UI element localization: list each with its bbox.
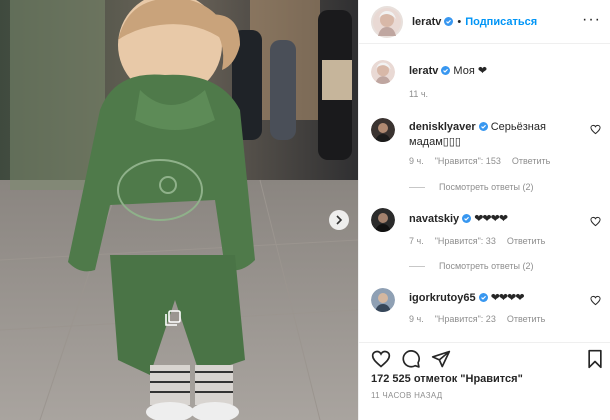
comment-text: navatskiy ❤❤❤❤ bbox=[409, 212, 579, 227]
replies-divider bbox=[409, 186, 425, 188]
view-replies-label: Посмотреть ответы (2) bbox=[439, 182, 534, 192]
caption-username[interactable]: leratv bbox=[409, 65, 438, 77]
comment-likes[interactable]: "Нравится": 23 bbox=[435, 314, 496, 324]
reply-button[interactable]: Ответить bbox=[507, 314, 545, 324]
author-avatar[interactable] bbox=[371, 5, 403, 38]
comment-text: igorkrutoy65 ❤❤❤❤ bbox=[409, 291, 579, 306]
view-replies-button[interactable]: Посмотреть ответы (2) bbox=[409, 182, 534, 192]
comment-time[interactable]: 9 ч. bbox=[409, 314, 424, 324]
next-photo-button[interactable] bbox=[329, 210, 349, 230]
caption: leratv Моя ❤ 11 ч. bbox=[371, 60, 601, 100]
reply-button[interactable]: Ответить bbox=[512, 156, 550, 166]
caption-time[interactable]: 11 ч. bbox=[409, 89, 428, 99]
like-heart-icon[interactable] bbox=[371, 349, 391, 369]
reply-button[interactable]: Ответить bbox=[507, 236, 545, 246]
comment-meta: 7 ч. "Нравится": 33 Ответить bbox=[409, 236, 545, 246]
commenter-avatar[interactable] bbox=[371, 208, 395, 232]
comments-list: leratv Моя ❤ 11 ч. denisklyаver Серьёзна… bbox=[359, 44, 610, 342]
post-details-panel: leratv • Подписаться ··· leratv Моя ❤ 11… bbox=[358, 0, 610, 420]
view-replies-label: Посмотреть ответы (2) bbox=[439, 261, 534, 271]
replies-divider bbox=[409, 265, 425, 267]
comment-meta: 9 ч. "Нравится": 23 Ответить bbox=[409, 314, 545, 324]
author-username[interactable]: leratv bbox=[412, 16, 454, 28]
verified-badge-icon bbox=[462, 214, 472, 223]
comment-item: navatskiy ❤❤❤❤ 7 ч. "Нравится": 33 Ответ… bbox=[371, 208, 601, 278]
comment-likes[interactable]: "Нравится": 153 bbox=[435, 156, 501, 166]
verified-badge-icon bbox=[441, 66, 451, 75]
commenter-avatar[interactable] bbox=[371, 288, 395, 312]
verified-badge-icon bbox=[478, 122, 488, 131]
follow-button[interactable]: Подписаться bbox=[465, 16, 537, 28]
comment-item: igorkrutoy65 ❤❤❤❤ 9 ч. "Нравится": 23 От… bbox=[371, 288, 601, 333]
comment-username[interactable]: navatskiy bbox=[409, 213, 459, 225]
chevron-right-icon bbox=[336, 215, 343, 225]
like-comment-icon[interactable] bbox=[590, 216, 601, 227]
commenter-avatar[interactable] bbox=[371, 118, 395, 142]
post-timestamp[interactable]: 11 ЧАСОВ НАЗАД bbox=[371, 391, 442, 400]
verified-badge-icon bbox=[444, 16, 454, 26]
share-plane-icon[interactable] bbox=[431, 349, 451, 369]
likes-count[interactable]: 172 525 отметок "Нравится" bbox=[371, 373, 523, 385]
comment-bubble-icon[interactable] bbox=[401, 349, 421, 369]
comment-username[interactable]: denisklyаver bbox=[409, 121, 476, 133]
caption-meta: 11 ч. bbox=[409, 89, 428, 99]
multiple-photos-icon bbox=[165, 310, 181, 326]
view-replies-button[interactable]: Посмотреть ответы (2) bbox=[409, 261, 534, 271]
separator-dot: • bbox=[457, 15, 462, 28]
bookmark-icon[interactable] bbox=[585, 349, 605, 369]
like-comment-icon[interactable] bbox=[590, 295, 601, 306]
comment-body: ❤❤❤❤ bbox=[490, 292, 525, 304]
comment-meta: 9 ч. "Нравится": 153 Ответить bbox=[409, 156, 550, 166]
post-header: leratv • Подписаться ··· bbox=[359, 0, 610, 44]
author-avatar[interactable] bbox=[371, 60, 395, 84]
comment-username[interactable]: igorkrutoy65 bbox=[409, 292, 476, 304]
comment-item: denisklyаver Серьёзная мадам▯▯▯ 9 ч. "Нр… bbox=[371, 118, 601, 198]
comment-text: denisklyаver Серьёзная мадам▯▯▯ bbox=[409, 120, 579, 150]
like-comment-icon[interactable] bbox=[590, 124, 601, 135]
post-photo[interactable] bbox=[0, 0, 358, 420]
photo-illustration bbox=[0, 0, 358, 420]
more-options-icon[interactable]: ··· bbox=[582, 12, 601, 28]
post-actions bbox=[359, 342, 610, 372]
verified-badge-icon bbox=[478, 293, 488, 302]
comment-likes[interactable]: "Нравится": 33 bbox=[435, 236, 496, 246]
caption-text: leratv Моя ❤ bbox=[409, 64, 579, 79]
comment-time[interactable]: 7 ч. bbox=[409, 236, 424, 246]
caption-body: Моя ❤ bbox=[453, 65, 488, 77]
comment-time[interactable]: 9 ч. bbox=[409, 156, 424, 166]
comment-body: ❤❤❤❤ bbox=[474, 213, 508, 225]
